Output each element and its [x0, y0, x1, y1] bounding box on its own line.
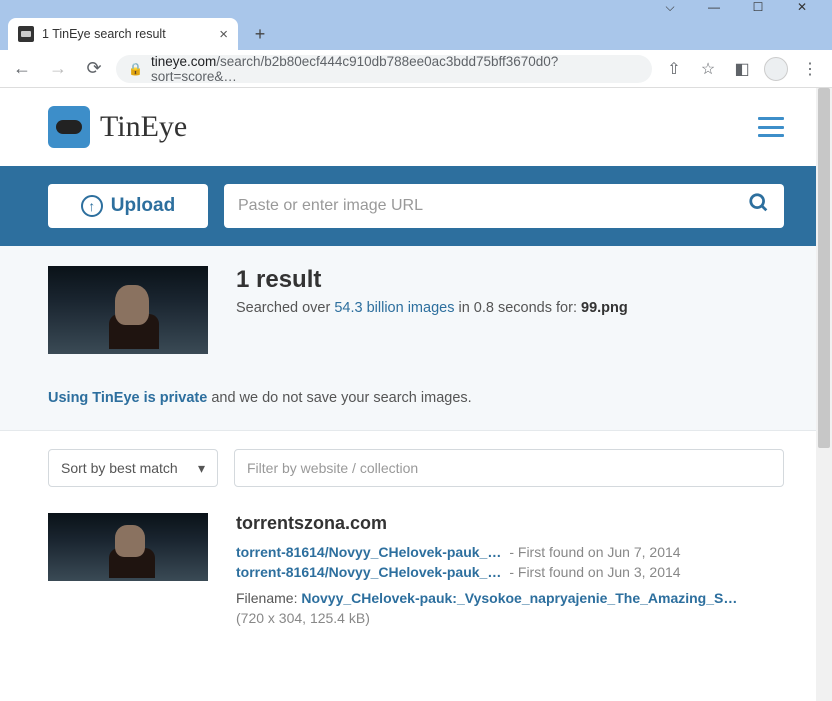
search-icon[interactable] — [748, 192, 770, 220]
minimize-button[interactable]: — — [692, 0, 736, 14]
match-row: torrent-81614/Novyy_CHelovek-pauk_… - Fi… — [236, 564, 784, 580]
window-titlebar: ⌵ — ☐ ✕ — [0, 0, 832, 14]
image-url-input[interactable] — [238, 197, 748, 215]
tineye-logo-text: TinEye — [100, 110, 187, 144]
hamburger-menu-icon[interactable] — [758, 117, 784, 137]
address-bar: ← → ⟳ 🔒 tineye.com/search/b2b80ecf444c91… — [0, 50, 832, 88]
maximize-button[interactable]: ☐ — [736, 0, 780, 14]
site-header: TinEye — [0, 88, 832, 166]
tineye-logo-mark — [48, 106, 90, 148]
chevron-down-icon: ▾ — [198, 460, 205, 477]
results-summary: 1 result Searched over 54.3 billion imag… — [0, 246, 832, 431]
match-link[interactable]: torrent-81614/Novyy_CHelovek-pauk_… — [236, 564, 501, 580]
result-count-heading: 1 result — [236, 266, 628, 294]
forward-button[interactable]: → — [44, 55, 72, 83]
back-button[interactable]: ← — [8, 55, 36, 83]
url-text: tineye.com/search/b2b80ecf444c910db788ee… — [151, 54, 640, 84]
page-viewport: TinEye ↑ Upload 1 result Searched over 5… — [0, 88, 832, 701]
filters-row: Sort by best match ▾ — [0, 431, 832, 505]
tab-title: 1 TinEye search result — [42, 27, 211, 41]
query-filename: 99.png — [581, 300, 628, 316]
index-size-link[interactable]: 54.3 billion images — [334, 300, 454, 316]
bookmark-icon[interactable]: ☆ — [694, 55, 722, 83]
omnibox[interactable]: 🔒 tineye.com/search/b2b80ecf444c910db788… — [116, 55, 652, 83]
reader-icon[interactable]: ◧ — [728, 55, 756, 83]
result-domain: torrentszona.com — [236, 513, 784, 534]
result-item: torrentszona.com torrent-81614/Novyy_CHe… — [0, 505, 832, 666]
sort-label: Sort by best match — [61, 460, 178, 476]
result-thumbnail[interactable] — [48, 513, 208, 581]
share-icon[interactable]: ⇧ — [660, 55, 688, 83]
lock-icon: 🔒 — [128, 62, 143, 76]
reload-button[interactable]: ⟳ — [80, 55, 108, 83]
tineye-logo[interactable]: TinEye — [48, 106, 187, 148]
match-date: - First found on Jun 7, 2014 — [509, 544, 680, 560]
privacy-link[interactable]: Using TinEye is private — [48, 390, 207, 406]
match-link[interactable]: torrent-81614/Novyy_CHelovek-pauk_… — [236, 544, 501, 560]
filename-link[interactable]: Novyy_CHelovek-pauk:_Vysokoe_napryajenie… — [301, 590, 737, 606]
dimensions-text: (720 x 304, 125.4 kB) — [236, 610, 784, 626]
tab-favicon — [18, 26, 34, 42]
close-window-button[interactable]: ✕ — [780, 0, 824, 14]
sort-dropdown[interactable]: Sort by best match ▾ — [48, 449, 218, 487]
caret-down-icon[interactable]: ⌵ — [648, 0, 692, 14]
scrollbar-track[interactable] — [816, 88, 832, 701]
scrollbar-thumb[interactable] — [818, 88, 830, 448]
upload-label: Upload — [111, 195, 175, 217]
match-row: torrent-81614/Novyy_CHelovek-pauk_… - Fi… — [236, 544, 784, 560]
filename-row: Filename: Novyy_CHelovek-pauk:_Vysokoe_n… — [236, 590, 784, 606]
query-image-thumbnail[interactable] — [48, 266, 208, 354]
search-bar: ↑ Upload — [0, 166, 832, 246]
search-stats: Searched over 54.3 billion images in 0.8… — [236, 300, 628, 316]
new-tab-button[interactable]: + — [246, 20, 274, 48]
profile-avatar[interactable] — [762, 55, 790, 83]
tab-strip: 1 TinEye search result × + — [0, 14, 832, 50]
privacy-note: Using TinEye is private and we do not sa… — [48, 390, 784, 406]
filter-input[interactable] — [234, 449, 784, 487]
match-date: - First found on Jun 3, 2014 — [509, 564, 680, 580]
url-input-wrap — [224, 184, 784, 228]
close-tab-icon[interactable]: × — [219, 26, 228, 43]
upload-icon: ↑ — [81, 195, 103, 217]
kebab-menu-icon[interactable]: ⋮ — [796, 55, 824, 83]
browser-tab[interactable]: 1 TinEye search result × — [8, 18, 238, 50]
upload-button[interactable]: ↑ Upload — [48, 184, 208, 228]
